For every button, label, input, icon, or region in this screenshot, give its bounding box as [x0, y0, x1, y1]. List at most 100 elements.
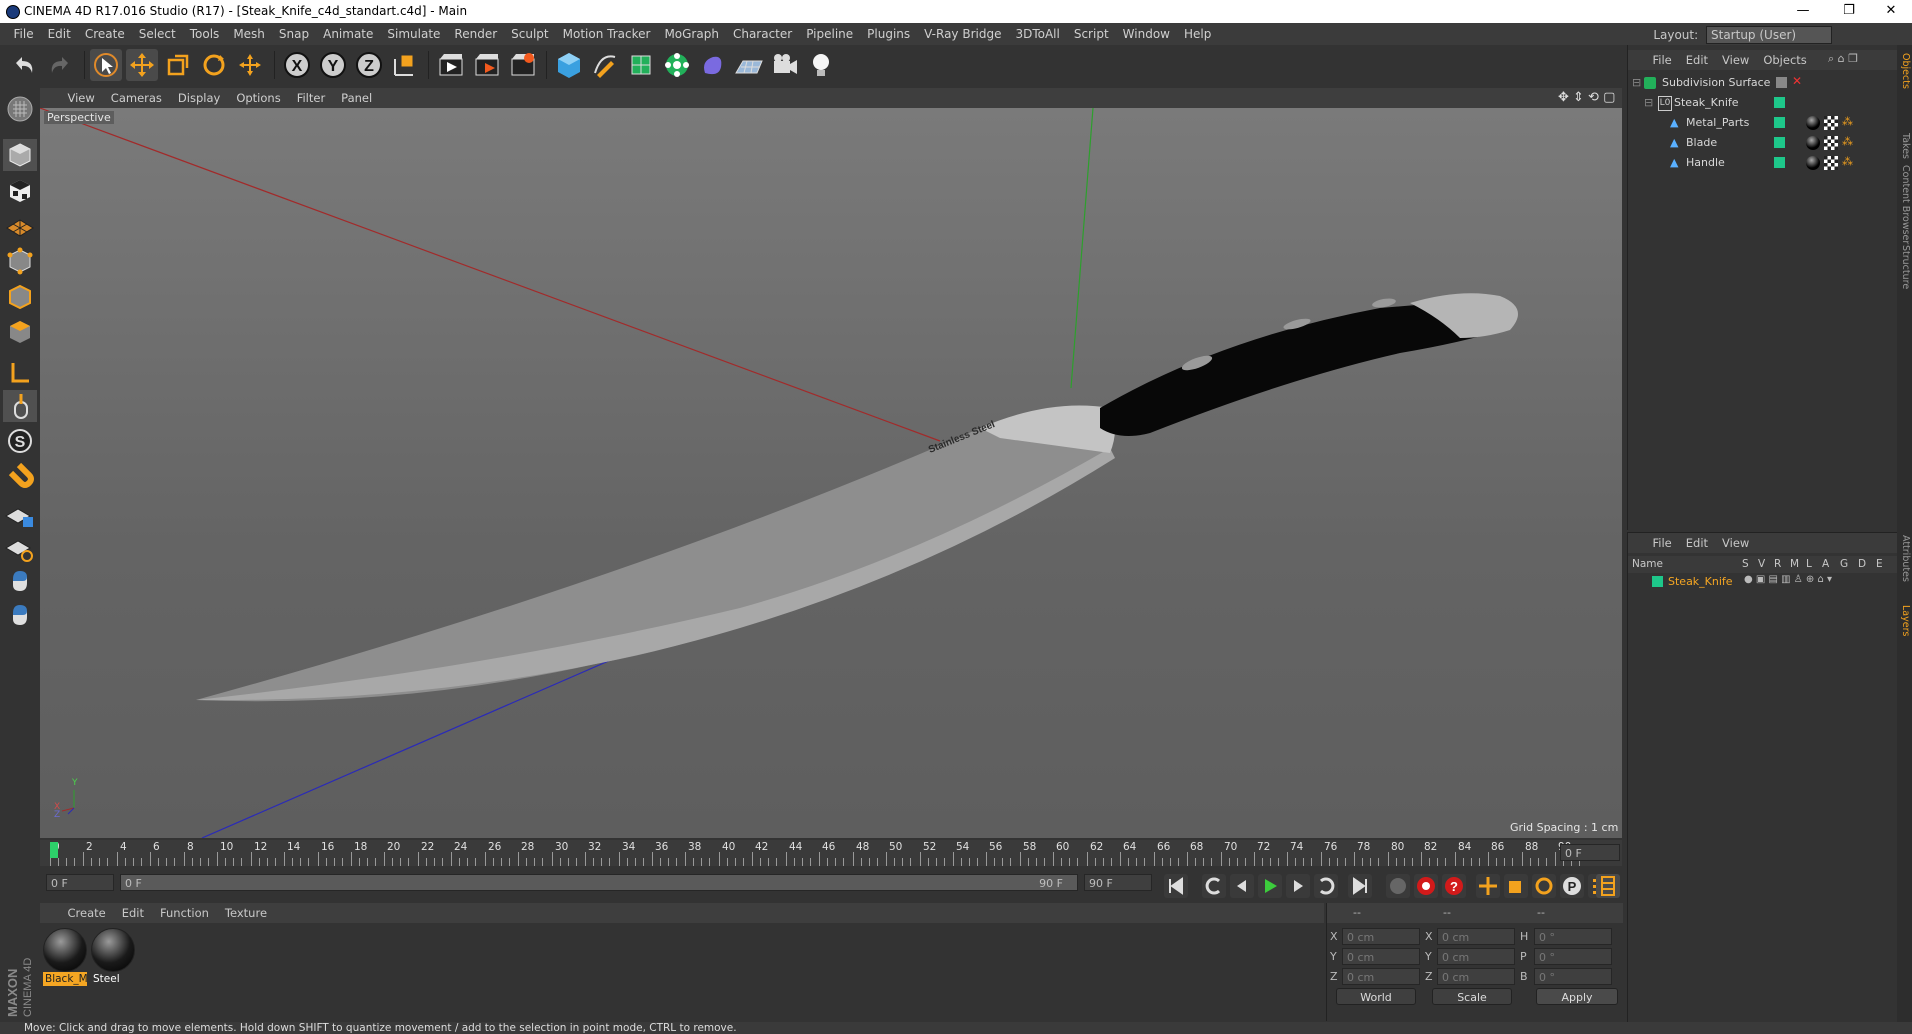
- coord-value-field[interactable]: 0 cm: [1437, 928, 1515, 945]
- layer-row-steak-knife[interactable]: Steak_Knife ● ▣ ▤ ▥ ♙ ⊕ ⌂ ▾: [1628, 574, 1897, 590]
- object-row-steak-knife[interactable]: ⊟ L0 Steak_Knife: [1628, 93, 1897, 113]
- menu-sculpt[interactable]: Sculpt: [504, 23, 555, 45]
- rotate-tool-icon[interactable]: [198, 49, 230, 81]
- render-settings-icon[interactable]: [507, 49, 539, 81]
- menu-edit[interactable]: Edit: [41, 23, 78, 45]
- points-mode-icon[interactable]: [3, 245, 37, 277]
- model-mode-icon[interactable]: [3, 139, 37, 171]
- floor-icon[interactable]: [733, 49, 765, 81]
- side-tab-takes[interactable]: Takes: [1898, 133, 1911, 159]
- layer-color-swatch[interactable]: [1652, 576, 1663, 587]
- go-to-end-icon[interactable]: [1348, 874, 1372, 898]
- next-frame-icon[interactable]: [1286, 874, 1310, 898]
- viewport-menu-options[interactable]: Options: [228, 88, 288, 108]
- close-button[interactable]: ✕: [1868, 0, 1912, 23]
- layer-toggle-icons[interactable]: ● ▣ ▤ ▥ ♙ ⊕ ⌂ ▾: [1744, 574, 1832, 585]
- material-swatch-steel[interactable]: Steel: [91, 928, 135, 985]
- x-axis-lock-icon[interactable]: X: [281, 49, 313, 81]
- object-menu-edit[interactable]: Edit: [1679, 50, 1715, 70]
- camera-icon[interactable]: [769, 49, 801, 81]
- timeline-ruler[interactable]: 0246810121416182022242628303234363840424…: [40, 840, 1622, 866]
- python-script-icon[interactable]: [3, 565, 37, 597]
- material-menu-edit[interactable]: Edit: [114, 903, 152, 923]
- menu-script[interactable]: Script: [1067, 23, 1116, 45]
- previous-key-icon[interactable]: [1202, 874, 1226, 898]
- minimize-button[interactable]: —: [1780, 0, 1826, 23]
- workplane-axis-icon[interactable]: [3, 532, 37, 564]
- solo-mode-icon[interactable]: S: [3, 425, 37, 457]
- end-frame-field[interactable]: 90 F: [1084, 874, 1152, 891]
- menu-mesh[interactable]: Mesh: [226, 23, 272, 45]
- menu-mograph[interactable]: MoGraph: [657, 23, 726, 45]
- layer-menu-file[interactable]: File: [1646, 533, 1679, 553]
- menu-file[interactable]: File: [7, 23, 41, 45]
- layout-dropdown[interactable]: Startup (User): [1706, 26, 1832, 44]
- deformer-icon[interactable]: [697, 49, 729, 81]
- object-row-blade[interactable]: ▲ Blade ⁂: [1628, 133, 1897, 153]
- go-to-start-icon[interactable]: [1164, 874, 1188, 898]
- object-menu-file[interactable]: File: [1646, 50, 1679, 70]
- apply-button[interactable]: Apply: [1536, 988, 1618, 1005]
- subdivision-surface-icon[interactable]: [625, 49, 657, 81]
- side-tab-attributes[interactable]: Attributes: [1898, 535, 1911, 582]
- cloner-icon[interactable]: [661, 49, 693, 81]
- redo-icon[interactable]: [44, 49, 76, 81]
- snap-icon[interactable]: [3, 462, 37, 495]
- layer-color-tag[interactable]: [1774, 137, 1785, 148]
- workplane-lock-icon[interactable]: [3, 500, 37, 532]
- coord-value-field[interactable]: 0 °: [1534, 968, 1612, 985]
- viewport-menu-view[interactable]: View: [60, 88, 103, 108]
- object-row-subdivision-surface[interactable]: ⊟ Subdivision Surface ✕: [1628, 73, 1897, 93]
- render-view-icon[interactable]: [435, 49, 467, 81]
- menu-pipeline[interactable]: Pipeline: [799, 23, 860, 45]
- material-menu-texture[interactable]: Texture: [217, 903, 275, 923]
- texture-mode-icon[interactable]: [3, 175, 37, 207]
- layer-color-tag[interactable]: [1774, 97, 1785, 108]
- side-tab-content-browser[interactable]: Content Browser: [1898, 165, 1911, 244]
- menu-simulate[interactable]: Simulate: [380, 23, 447, 45]
- axis-mode-icon[interactable]: [3, 357, 37, 389]
- y-axis-lock-icon[interactable]: Y: [317, 49, 349, 81]
- side-tab-objects[interactable]: Objects: [1898, 53, 1911, 89]
- layer-menu-edit[interactable]: Edit: [1679, 533, 1715, 553]
- object-row-handle[interactable]: ▲ Handle ⁂: [1628, 153, 1897, 173]
- coord-value-field[interactable]: 0 cm: [1342, 928, 1420, 945]
- recent-tools-icon[interactable]: [234, 49, 266, 81]
- layer-color-tag[interactable]: [1774, 117, 1785, 128]
- workplane-mode-icon[interactable]: [3, 210, 37, 242]
- menu-create[interactable]: Create: [78, 23, 132, 45]
- menu-tools[interactable]: Tools: [183, 23, 227, 45]
- viewport-menu-display[interactable]: Display: [170, 88, 228, 108]
- menu-window[interactable]: Window: [1116, 23, 1177, 45]
- undo-icon[interactable]: [8, 49, 40, 81]
- live-selection-icon[interactable]: [90, 49, 122, 81]
- restore-button[interactable]: ❐: [1826, 0, 1872, 23]
- viewport-menu-cameras[interactable]: Cameras: [103, 88, 170, 108]
- menu-vray-bridge[interactable]: V-Ray Bridge: [917, 23, 1008, 45]
- object-row-metal-parts[interactable]: ▲ Metal_Parts ⁂: [1628, 113, 1897, 133]
- timeline-layout-icon[interactable]: [1596, 874, 1620, 898]
- python-script-2-icon[interactable]: [3, 599, 37, 631]
- coord-value-field[interactable]: 0 cm: [1342, 968, 1420, 985]
- coord-type-dropdown[interactable]: Scale: [1432, 988, 1512, 1005]
- layer-color-tag[interactable]: [1774, 157, 1785, 168]
- object-search-icon[interactable]: ⌕ ⌂ ❐: [1828, 52, 1858, 66]
- key-parameter-icon[interactable]: P: [1560, 874, 1584, 898]
- autokeying-icon[interactable]: ?: [1442, 874, 1466, 898]
- side-tab-layers[interactable]: Layers: [1898, 605, 1911, 636]
- next-key-icon[interactable]: [1314, 874, 1338, 898]
- material-menu-function[interactable]: Function: [152, 903, 217, 923]
- texture-tag-icon[interactable]: [1824, 156, 1838, 170]
- object-menu-view[interactable]: View: [1715, 50, 1756, 70]
- layer-menu-view[interactable]: View: [1715, 533, 1756, 553]
- material-tag-icon[interactable]: [1806, 136, 1820, 150]
- coord-mode-dropdown[interactable]: World: [1336, 988, 1416, 1005]
- menu-character[interactable]: Character: [726, 23, 799, 45]
- tweak-mode-icon[interactable]: [3, 390, 37, 422]
- playhead-marker[interactable]: [50, 842, 58, 858]
- menu-snap[interactable]: Snap: [272, 23, 316, 45]
- menu-animate[interactable]: Animate: [316, 23, 380, 45]
- coord-value-field[interactable]: 0 cm: [1437, 948, 1515, 965]
- key-position-icon[interactable]: [1476, 874, 1500, 898]
- record-keys-disabled-icon[interactable]: [1386, 874, 1410, 898]
